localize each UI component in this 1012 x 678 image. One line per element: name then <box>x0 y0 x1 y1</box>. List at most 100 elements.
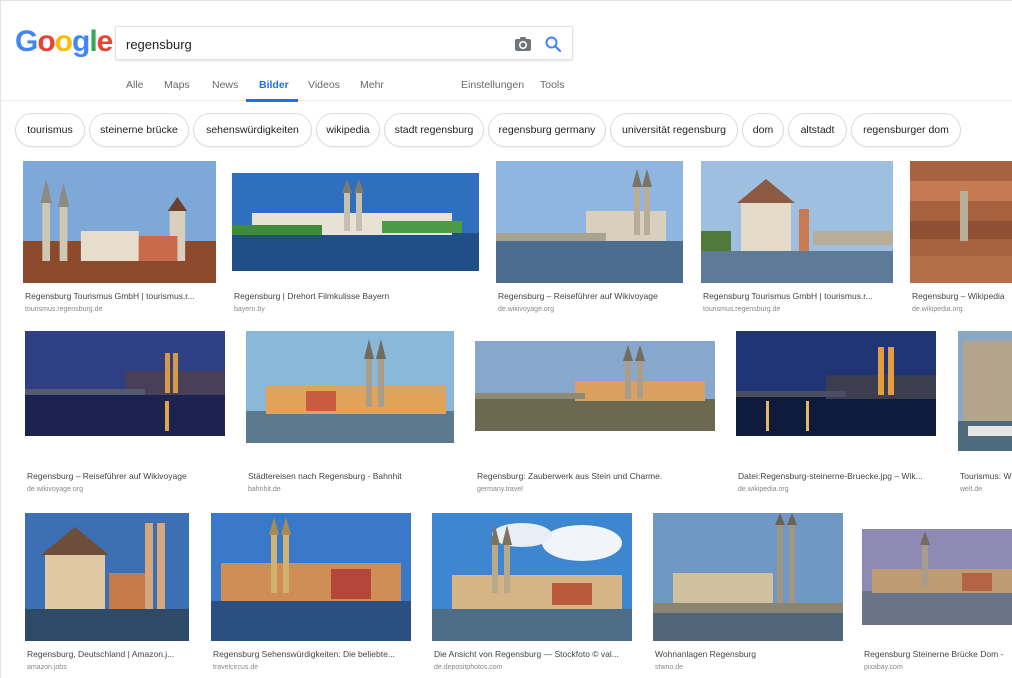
result-thumbnail[interactable] <box>246 331 454 443</box>
result-title[interactable]: Tourismus: W <box>960 471 1011 481</box>
result-thumbnail[interactable] <box>653 513 843 641</box>
result-source: tourismus.regensburg.de <box>25 306 103 313</box>
chip-sehenswuerdigkeiten[interactable]: sehenswürdigkeiten <box>193 113 312 147</box>
result-thumbnail[interactable] <box>475 341 715 431</box>
result-thumbnail[interactable] <box>232 173 479 271</box>
result-thumbnail[interactable] <box>958 331 1012 451</box>
chip-steinerne-bruecke[interactable]: steinerne brücke <box>89 113 189 147</box>
image-result[interactable]: Regensburg Tourismus GmbH | tourismus.r.… <box>23 161 216 321</box>
search-icon[interactable] <box>544 35 562 53</box>
logo-letter: o <box>37 25 55 58</box>
search-input[interactable] <box>126 33 506 55</box>
chip-regensburger-dom[interactable]: regensburger dom <box>851 113 961 147</box>
image-result[interactable]: Regensburg Steinerne Brücke Dom - pixaba… <box>862 513 1012 678</box>
thumb-image <box>910 161 1012 283</box>
image-result[interactable]: Regensburg: Zauberwerk aus Stein und Cha… <box>475 331 715 496</box>
tab-videos[interactable]: Videos <box>308 79 340 91</box>
image-result[interactable]: Regensburg | Drehort Filmkulisse Bayern … <box>232 161 479 321</box>
chip-universitaet-regensburg[interactable]: universität regensburg <box>610 113 738 147</box>
result-source: de.wikipedia.org <box>912 306 963 313</box>
chip-altstadt[interactable]: altstadt <box>788 113 847 147</box>
image-result[interactable]: Wohnanlagen Regensburg stwno.de <box>653 513 843 678</box>
tab-einstellungen[interactable]: Einstellungen <box>461 79 524 91</box>
image-result[interactable]: Regensburg Sehenswürdigkeiten: Die belie… <box>211 513 411 678</box>
result-thumbnail[interactable] <box>25 513 189 641</box>
image-result[interactable]: Regensburg Tourismus GmbH | tourismus.r.… <box>701 161 893 321</box>
chip-tourismus[interactable]: tourismus <box>15 113 85 147</box>
result-source: amazon.jobs <box>27 664 67 671</box>
thumb-image <box>958 331 1012 451</box>
result-title[interactable]: Regensburg: Zauberwerk aus Stein und Cha… <box>477 471 662 481</box>
tab-news[interactable]: News <box>212 79 238 91</box>
result-title[interactable]: Regensburg – Wikipedia <box>912 291 1005 301</box>
thumb-image <box>496 161 683 283</box>
image-result[interactable]: Regensburg – Reiseführer auf Wikivoyage … <box>496 161 683 321</box>
result-title[interactable]: Die Ansicht von Regensburg — Stockfoto ©… <box>434 649 619 659</box>
result-thumbnail[interactable] <box>25 331 225 436</box>
logo-letter: G <box>15 25 38 58</box>
result-source: de.wikivoyage.org <box>27 486 84 493</box>
image-result[interactable]: Datei:Regensburg-steinerne-Bruecke.jpg –… <box>736 331 936 496</box>
logo-letter: g <box>72 25 90 58</box>
result-source: de.wikivoyage.org <box>498 306 555 313</box>
result-source: stwno.de <box>655 664 684 671</box>
thumb-image <box>25 331 225 436</box>
result-title[interactable]: Regensburg, Deutschland | Amazon.j... <box>27 649 174 659</box>
tab-alle[interactable]: Alle <box>126 79 144 91</box>
tab-tools[interactable]: Tools <box>540 79 565 91</box>
related-search-chips: tourismus steinerne brücke sehenswürdigk… <box>1 113 1012 149</box>
logo-letter: e <box>96 25 114 58</box>
chip-regensburg-germany[interactable]: regensburg germany <box>488 113 606 147</box>
thumb-image <box>653 513 843 641</box>
result-source: germany.travel <box>477 486 523 493</box>
result-title[interactable]: Regensburg Tourismus GmbH | tourismus.r.… <box>25 291 195 301</box>
image-result[interactable]: Regensburg – Reiseführer auf Wikivoyage … <box>25 331 225 496</box>
result-source: bayern.by <box>234 306 265 313</box>
google-logo[interactable]: Google <box>15 25 114 59</box>
result-thumbnail[interactable] <box>432 513 632 641</box>
thumb-image <box>701 161 893 283</box>
result-source: pixabay.com <box>864 664 903 671</box>
result-title[interactable]: Regensburg – Reiseführer auf Wikivoyage <box>27 471 187 481</box>
thumb-image <box>246 331 454 443</box>
result-source: tourismus.regensburg.de <box>703 306 781 313</box>
result-title[interactable]: Wohnanlagen Regensburg <box>655 649 756 659</box>
tab-bilder[interactable]: Bilder <box>259 79 289 91</box>
result-thumbnail[interactable] <box>862 529 1012 625</box>
image-result[interactable]: Die Ansicht von Regensburg — Stockfoto ©… <box>432 513 632 678</box>
result-source: welt.de <box>960 486 983 493</box>
image-result[interactable]: Tourismus: W welt.de <box>958 331 1012 496</box>
browser-page: Google Alle Maps News Bilder Videos Mehr… <box>0 0 1012 678</box>
search-tabs: Alle Maps News Bilder Videos Mehr Einste… <box>1 75 1012 102</box>
thumb-image <box>475 341 715 431</box>
camera-icon[interactable] <box>514 36 532 52</box>
chip-stadt-regensburg[interactable]: stadt regensburg <box>384 113 484 147</box>
search-box[interactable] <box>115 26 573 60</box>
result-title[interactable]: Regensburg Steinerne Brücke Dom - <box>864 649 1003 659</box>
result-title[interactable]: Städtereisen nach Regensburg - Bahnhit <box>248 471 402 481</box>
result-title[interactable]: Regensburg | Drehort Filmkulisse Bayern <box>234 291 389 301</box>
result-title[interactable]: Datei:Regensburg-steinerne-Bruecke.jpg –… <box>738 471 923 481</box>
result-title[interactable]: Regensburg – Reiseführer auf Wikivoyage <box>498 291 658 301</box>
result-thumbnail[interactable] <box>701 161 893 283</box>
image-result[interactable]: Städtereisen nach Regensburg - Bahnhit b… <box>246 331 454 496</box>
image-result[interactable]: Regensburg, Deutschland | Amazon.j... am… <box>25 513 189 678</box>
tab-mehr[interactable]: Mehr <box>360 79 384 91</box>
result-title[interactable]: Regensburg Tourismus GmbH | tourismus.r.… <box>703 291 873 301</box>
image-result[interactable]: Regensburg – Wikipedia de.wikipedia.org <box>910 161 1012 321</box>
result-source: de.wikipedia.org <box>738 486 789 493</box>
result-thumbnail[interactable] <box>910 161 1012 283</box>
tab-maps[interactable]: Maps <box>164 79 190 91</box>
result-thumbnail[interactable] <box>496 161 683 283</box>
result-thumbnail[interactable] <box>211 513 411 641</box>
chip-wikipedia[interactable]: wikipedia <box>316 113 380 147</box>
thumb-image <box>232 173 479 271</box>
thumb-image <box>25 513 189 641</box>
active-tab-indicator <box>246 99 298 102</box>
result-source: bahnhit.de <box>248 486 281 493</box>
thumb-image <box>736 331 936 436</box>
result-title[interactable]: Regensburg Sehenswürdigkeiten: Die belie… <box>213 649 395 659</box>
result-thumbnail[interactable] <box>736 331 936 436</box>
result-thumbnail[interactable] <box>23 161 216 283</box>
chip-dom[interactable]: dom <box>742 113 784 147</box>
